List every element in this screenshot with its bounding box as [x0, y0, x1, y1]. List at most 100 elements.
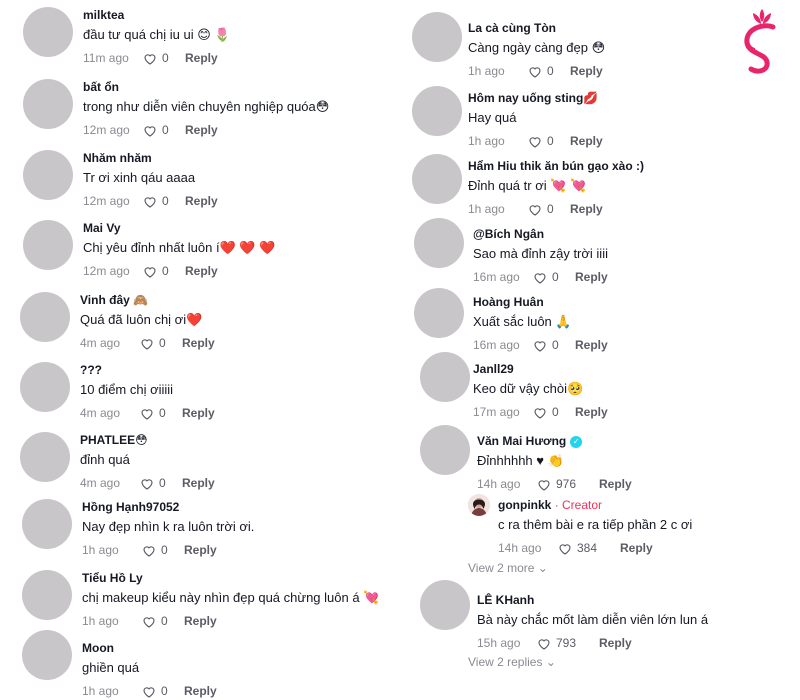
avatar[interactable] [412, 86, 462, 136]
comment-username[interactable]: Mai Vy [83, 220, 275, 236]
comment-time: 1h ago [82, 684, 119, 698]
like-button[interactable]: 0 [140, 476, 182, 490]
reply-button[interactable]: Reply [182, 476, 215, 490]
avatar[interactable] [20, 362, 70, 412]
view-more-link[interactable]: View 2 more ⌄ [468, 561, 548, 575]
reply-button[interactable]: Reply [184, 614, 217, 628]
avatar[interactable] [22, 630, 72, 680]
like-button[interactable]: 0 [528, 202, 570, 216]
reply-button[interactable]: Reply [570, 202, 603, 216]
heart-icon [144, 266, 156, 278]
avatar[interactable] [23, 220, 73, 270]
like-button[interactable]: 0 [142, 614, 184, 628]
comment-username[interactable]: bất ổn [83, 79, 329, 95]
like-button[interactable]: 0 [528, 134, 570, 148]
comment-time: 15h ago [477, 636, 521, 650]
comment-text: trong như diễn viên chuyên nghiệp quóa😳 [83, 99, 330, 114]
comment-body: LÊ KHanh Bà này chắc mốt làm diễn viên l… [477, 592, 708, 651]
comment-username[interactable]: Tiểu Hồ Ly [82, 570, 379, 586]
avatar[interactable] [414, 218, 464, 268]
like-button[interactable]: 0 [533, 338, 575, 352]
comment-time: 14h ago [477, 477, 521, 491]
heart-icon [143, 616, 155, 628]
comment-username[interactable]: ??? [80, 362, 215, 378]
comment-username[interactable]: LÊ KHanh [477, 592, 708, 608]
like-button[interactable]: 0 [140, 406, 182, 420]
comment-time: 12m ago [83, 194, 130, 208]
reply-button[interactable]: Reply [182, 336, 215, 350]
comment-meta: 1h ago 0 Reply [82, 683, 217, 699]
like-button[interactable]: 0 [533, 405, 575, 419]
like-button[interactable]: 0 [140, 336, 182, 350]
avatar[interactable] [20, 432, 70, 482]
comment-username[interactable]: @Bích Ngân [473, 226, 608, 242]
comment-username[interactable]: PHATLEE😳 [80, 432, 215, 448]
avatar[interactable] [412, 12, 462, 62]
reply-button[interactable]: Reply [570, 134, 603, 148]
like-count: 0 [159, 476, 166, 490]
like-button[interactable]: 0 [528, 64, 570, 78]
comment-body: La cà cùng Tòn Càng ngày càng đẹp 😳 1h a… [468, 20, 605, 79]
creator-badge: · Creator [554, 498, 603, 512]
comment-username[interactable]: Janll29 [473, 361, 608, 377]
reply-button[interactable]: Reply [185, 123, 218, 137]
avatar[interactable] [420, 425, 470, 475]
like-button[interactable]: 0 [533, 270, 575, 284]
avatar[interactable] [23, 79, 73, 129]
like-button[interactable]: 0 [142, 543, 184, 557]
reply-button[interactable]: Reply [575, 270, 608, 284]
like-button[interactable]: 384 [558, 541, 620, 555]
comment-time: 12m ago [83, 123, 130, 137]
comment-username[interactable]: Vinh đây 🙈 [80, 292, 215, 308]
reply-button[interactable]: Reply [570, 64, 603, 78]
avatar[interactable] [22, 499, 72, 549]
comment-username[interactable]: gonpinkk · Creator [498, 497, 692, 513]
comment-body: Tiểu Hồ Ly chị makeup kiểu này nhìn đẹp … [82, 570, 379, 629]
view-replies-link[interactable]: View 2 replies ⌄ [468, 655, 556, 669]
comment-username[interactable]: Hoàng Huân [473, 294, 608, 310]
reply-button[interactable]: Reply [184, 684, 217, 698]
comment-username[interactable]: La cà cùng Tòn [468, 20, 605, 36]
heart-icon [534, 272, 546, 284]
reply-button[interactable]: Reply [599, 477, 632, 491]
like-button[interactable]: 0 [143, 194, 185, 208]
avatar[interactable] [20, 292, 70, 342]
comment-body: bất ổn trong như diễn viên chuyên nghiệp… [83, 79, 329, 138]
avatar[interactable] [420, 580, 470, 630]
avatar[interactable] [414, 288, 464, 338]
comment-username[interactable]: Hôm nay uống sting💋 [468, 90, 603, 106]
reply-button[interactable]: Reply [620, 541, 653, 555]
avatar[interactable] [22, 570, 72, 620]
like-count: 0 [547, 64, 554, 78]
comment-username[interactable]: Nhăm nhăm [83, 150, 218, 166]
avatar[interactable] [23, 150, 73, 200]
reply-button[interactable]: Reply [185, 194, 218, 208]
creator-avatar[interactable] [468, 494, 490, 516]
like-button[interactable]: 976 [537, 477, 599, 491]
reply-button[interactable]: Reply [599, 636, 632, 650]
comment-body: Hồng Hạnh97052 Nay đẹp nhìn k ra luôn tr… [82, 499, 254, 558]
like-button[interactable]: 0 [143, 264, 185, 278]
comment-text: đầu tư quá chị iu ui 😊 🌷 [83, 27, 231, 42]
reply-button[interactable]: Reply [182, 406, 215, 420]
like-button[interactable]: 0 [143, 123, 185, 137]
reply-button[interactable]: Reply [575, 405, 608, 419]
reply-button[interactable]: Reply [184, 543, 217, 557]
comment-username[interactable]: Hồng Hạnh97052 [82, 499, 254, 515]
comment-username[interactable]: Moon [82, 640, 217, 656]
avatar[interactable] [412, 154, 462, 204]
like-button[interactable]: 0 [142, 684, 184, 698]
like-button[interactable]: 793 [537, 636, 599, 650]
comment-body: Moon ghiền quá 1h ago 0 Reply [82, 640, 217, 699]
reply-button[interactable]: Reply [185, 51, 218, 65]
like-button[interactable]: 0 [143, 51, 185, 65]
like-count: 0 [162, 51, 169, 65]
avatar[interactable] [420, 352, 470, 402]
avatar[interactable] [23, 7, 73, 57]
reply-button[interactable]: Reply [185, 264, 218, 278]
comment-time: 16m ago [473, 270, 520, 284]
comment-username[interactable]: Hẩm Hiu thik ăn bún gạo xào :) [468, 158, 644, 174]
reply-button[interactable]: Reply [575, 338, 608, 352]
comment-username[interactable]: Văn Mai Hương ✓ [477, 433, 632, 449]
comment-username[interactable]: milktea [83, 7, 231, 23]
